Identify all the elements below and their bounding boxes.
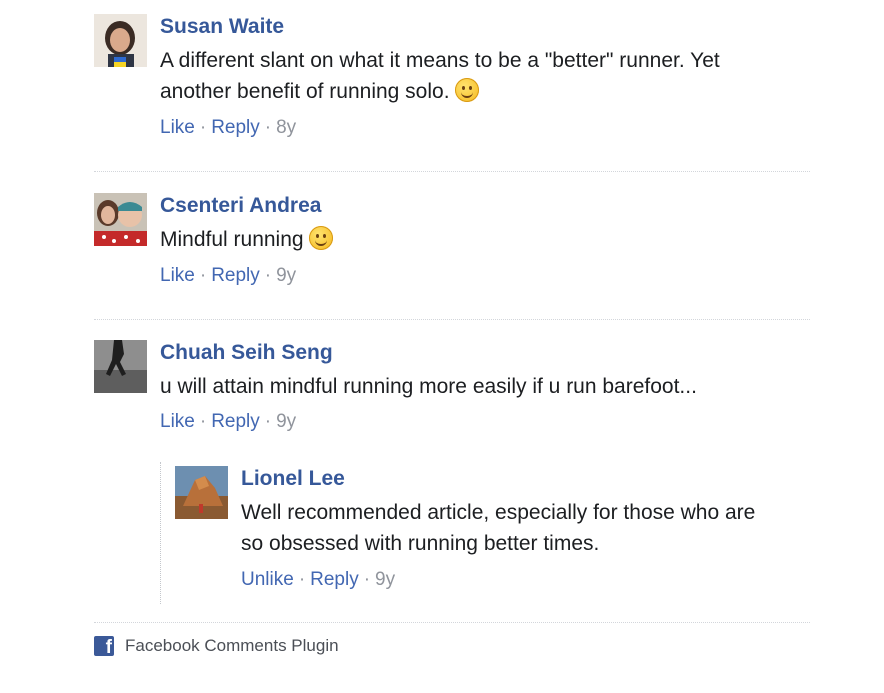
reply-button[interactable]: Reply — [211, 411, 260, 432]
facebook-icon: f — [94, 636, 114, 658]
reply-button[interactable]: Reply — [310, 569, 359, 590]
divider — [94, 319, 810, 320]
comment-author[interactable]: Chuah Seih Seng — [160, 340, 333, 366]
reply-button[interactable]: Reply — [211, 117, 260, 138]
timestamp[interactable]: 9y — [375, 569, 395, 590]
timestamp[interactable]: 9y — [276, 411, 296, 432]
comment-text: Well recommended article, especially for… — [241, 497, 811, 559]
smiley-icon — [455, 78, 480, 102]
smiley-icon — [309, 226, 334, 250]
avatar[interactable] — [94, 193, 147, 246]
comment-author[interactable]: Susan Waite — [160, 14, 284, 40]
separator: · — [363, 569, 371, 590]
comment-text-line: A different slant on what it means to be… — [160, 49, 720, 72]
comment-text-line: so obsessed with running better times. — [241, 532, 600, 555]
avatar[interactable] — [94, 14, 147, 67]
timestamp[interactable]: 9y — [276, 265, 296, 286]
comment-author[interactable]: Csenteri Andrea — [160, 193, 321, 219]
comment: Csenteri Andrea Mindful running Like · Rep… — [94, 193, 810, 288]
divider — [94, 622, 810, 623]
like-button[interactable]: Like — [160, 117, 195, 138]
comment-text-line: another benefit of running solo. — [160, 80, 450, 103]
reply-button[interactable]: Reply — [211, 265, 260, 286]
avatar[interactable] — [175, 466, 228, 519]
separator: · — [199, 117, 207, 138]
like-button[interactable]: Like — [160, 411, 195, 432]
comment-text: u will attain mindful running more easil… — [160, 371, 810, 402]
reply-comment: Lionel Lee Well recommended article, esp… — [175, 466, 811, 592]
comment-actions: Like · Reply · 8y — [160, 116, 810, 140]
separator: · — [264, 117, 272, 138]
plugin-footer[interactable]: f Facebook Comments Plugin — [94, 636, 339, 658]
separator: · — [264, 265, 272, 286]
like-button[interactable]: Like — [160, 265, 195, 286]
unlike-button[interactable]: Unlike — [241, 569, 294, 590]
comment: Susan Waite A different slant on what it… — [94, 14, 810, 140]
comment-actions: Like · Reply · 9y — [160, 264, 810, 288]
separator: · — [199, 265, 207, 286]
reply-thread: Lionel Lee Well recommended article, esp… — [160, 462, 811, 604]
divider — [94, 171, 810, 172]
comment-actions: Unlike · Reply · 9y — [241, 568, 811, 592]
footer-label[interactable]: Facebook Comments Plugin — [125, 636, 339, 656]
comment-text: A different slant on what it means to be… — [160, 45, 810, 107]
avatar[interactable] — [94, 340, 147, 393]
comment-text-line: Well recommended article, especially for… — [241, 501, 756, 524]
comment-actions: Like · Reply · 9y — [160, 410, 810, 434]
comment-text-line: Mindful running — [160, 228, 304, 251]
comment-author[interactable]: Lionel Lee — [241, 466, 345, 492]
comment-text: Mindful running — [160, 224, 810, 255]
separator: · — [298, 569, 306, 590]
timestamp[interactable]: 8y — [276, 117, 296, 138]
comment: Chuah Seih Seng u will attain mindful ru… — [94, 340, 810, 434]
comment-text-line: u will attain mindful running more easil… — [160, 375, 697, 398]
separator: · — [199, 411, 207, 432]
separator: · — [264, 411, 272, 432]
